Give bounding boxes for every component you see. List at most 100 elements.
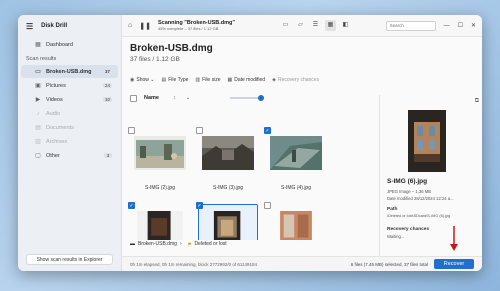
tile-checkbox[interactable]: [264, 202, 271, 209]
thumbnail-grid: S-IMG (2).jpg S-IMG (3).jpg ✓ S-IMG (4).…: [128, 127, 376, 240]
pictures-icon: ▣: [35, 83, 41, 89]
sidebar-item-pictures[interactable]: ▣ Pictures 24: [21, 79, 118, 92]
list-view-icon[interactable]: ☰: [310, 20, 321, 31]
tile-checkbox[interactable]: [128, 127, 135, 134]
sidebar-item-documents[interactable]: ▤ Documents: [21, 121, 118, 134]
count-badge: 24: [102, 83, 112, 88]
home-icon[interactable]: ⌂: [128, 22, 132, 29]
app-header: ☰ Disk Drill: [18, 15, 121, 37]
documents-icon: ▤: [35, 125, 41, 131]
preview-file-name: S-IMG (6).jpg: [387, 178, 428, 185]
page-subtitle: 37 files / 1.12 GB: [130, 56, 180, 63]
preview-chances-value: Waiting...: [387, 234, 405, 239]
tile-checkbox[interactable]: [196, 127, 203, 134]
page-title: Broken-USB.dmg: [130, 43, 213, 54]
preview-path-label: Path: [387, 207, 398, 212]
count-badge: 37: [102, 69, 112, 74]
scan-time-status: 0h 1m elapsed, 0h 1m remaining, block 27…: [130, 261, 258, 267]
recovery-chances-filter[interactable]: ◈ Recovery chances: [272, 77, 319, 83]
maximize-icon[interactable]: ☐: [458, 22, 463, 29]
status-bar: 0h 1m elapsed, 0h 1m remaining, block 27…: [122, 256, 482, 271]
preview-pane-icon[interactable]: ◧: [340, 20, 351, 31]
count-badge: 10: [102, 97, 112, 102]
audio-icon: ♪: [36, 110, 40, 117]
preview-date-modified: Date modified 28/12/2024 12:24 a...: [387, 196, 454, 201]
thumbnail-tile[interactable]: S-IMG (2).jpg: [128, 127, 192, 191]
sidebar-item-archives[interactable]: ▥ Archives: [21, 135, 118, 148]
archives-icon: ▥: [35, 139, 41, 145]
preview-panel: ⧉ S-IMG (6).jpg JPEG Image – 1.36 MB Dat…: [379, 95, 482, 256]
thumbnail-tile[interactable]: ✓ S-IMG (4).jpg: [264, 127, 328, 191]
recover-button[interactable]: Recover: [434, 259, 474, 269]
tile-checkbox[interactable]: ✓: [196, 202, 203, 209]
scan-results-section-title: Scan results: [26, 56, 57, 62]
tile-checkbox[interactable]: ✓: [128, 202, 135, 209]
slider-knob[interactable]: [258, 95, 265, 101]
pause-icon[interactable]: ❚❚: [139, 22, 151, 30]
tile-checkbox[interactable]: ✓: [264, 127, 271, 134]
thumbnail-size-slider[interactable]: [230, 95, 265, 101]
tile-caption: S-IMG (4).jpg: [280, 185, 311, 191]
tile-caption: S-IMG (3).jpg: [212, 185, 243, 191]
show-filter-button[interactable]: ◉ Show ⌄: [130, 77, 154, 83]
thumbnail-image: [134, 136, 186, 170]
tile-caption: S-IMG (2).jpg: [144, 185, 175, 191]
file-type-filter[interactable]: ▤ File Type: [161, 77, 188, 83]
preview-chances-label: Recovery chances: [387, 227, 430, 232]
select-all-checkbox[interactable]: [130, 94, 137, 102]
thumbnail-image: [213, 211, 241, 240]
thumbnail-tile[interactable]: ✓: [128, 202, 192, 240]
name-column-header[interactable]: Name: [144, 95, 159, 101]
thumbnail-tile[interactable]: S-IMG (3).jpg: [196, 127, 260, 191]
minimize-icon[interactable]: —: [444, 23, 450, 29]
app-name: Disk Drill: [41, 23, 68, 29]
file-type-icon: ▤: [161, 77, 167, 83]
preview-image: [408, 110, 446, 172]
open-external-icon[interactable]: ⧉: [475, 98, 479, 105]
breadcrumb-root[interactable]: Broken-USB.dmg: [138, 241, 177, 247]
scan-status: Scanning "Broken-USB.dmg" 45% complete –…: [157, 20, 235, 31]
sidebar-item-other[interactable]: ▢ Other 3: [21, 149, 118, 162]
dashboard-icon: ▦: [35, 42, 41, 48]
date-modified-filter[interactable]: ▦ Date modified: [228, 77, 266, 83]
folder-view-icon[interactable]: ▱: [295, 20, 306, 31]
count-badge: 3: [104, 153, 112, 158]
thumbnail-tile[interactable]: [264, 202, 328, 240]
toolbar: ⌂ ❚❚ Scanning "Broken-USB.dmg" 45% compl…: [122, 15, 482, 37]
preview-type-size: JPEG Image – 1.36 MB: [387, 189, 431, 194]
chevron-down-icon[interactable]: ⌄: [186, 95, 191, 101]
thumbnail-image: [270, 136, 322, 170]
sidebar-item-broken-usb[interactable]: ▭ Broken-USB.dmg 37: [21, 65, 118, 78]
app-window: ☰ Disk Drill ▦ Dashboard Scan results ▭ …: [18, 15, 482, 271]
save-session-icon[interactable]: ▭: [280, 20, 291, 31]
file-size-icon: ▥: [195, 77, 201, 83]
chances-icon: ◈: [272, 77, 276, 83]
breadcrumb: ▬ Broken-USB.dmg › ▰ Deleted or lost: [130, 241, 227, 247]
close-icon[interactable]: ✕: [471, 22, 476, 29]
search-input[interactable]: [385, 20, 436, 31]
grid-view-icon[interactable]: ▦: [324, 20, 336, 31]
thumbnail-tile-selected[interactable]: ✓: [196, 202, 260, 240]
calendar-icon: ▦: [227, 77, 233, 83]
selection-summary: 6 files (7.45 MB) selected, 37 files tot…: [350, 261, 428, 267]
sidebar-item-videos[interactable]: ▶ Videos 10: [21, 93, 118, 106]
drive-small-icon: ▬: [130, 241, 135, 247]
thumbnail-image: [280, 211, 312, 240]
filter-bar: ◉ Show ⌄ ▤ File Type ▥ File size ▦ Date modi…: [122, 74, 482, 86]
drive-icon: ▭: [35, 69, 41, 75]
folder-icon: ▰: [187, 241, 192, 247]
sidebar-item-audio[interactable]: ♪ Audio: [21, 107, 118, 120]
file-size-filter[interactable]: ▥ File size: [195, 77, 220, 83]
thumbnail-image: [202, 136, 254, 170]
videos-icon: ▶: [35, 97, 41, 103]
breadcrumb-folder[interactable]: Deleted or lost: [194, 241, 226, 247]
thumbnail-image: [137, 211, 183, 240]
other-icon: ▢: [35, 153, 41, 159]
preview-path-value: \Deleted or lost\SDcard\S-IMG (6).jpg: [387, 214, 451, 218]
sidebar: ☰ Disk Drill ▦ Dashboard Scan results ▭ …: [18, 15, 122, 271]
show-in-explorer-button[interactable]: Show scan results in Explorer: [26, 254, 113, 265]
sort-icon[interactable]: ↕: [173, 95, 176, 101]
view-switcher: ▭ ▱ ☰ ▦ ◧: [280, 20, 355, 31]
sidebar-item-dashboard[interactable]: ▦ Dashboard: [21, 38, 118, 51]
hamburger-menu-icon[interactable]: ☰: [26, 22, 33, 31]
